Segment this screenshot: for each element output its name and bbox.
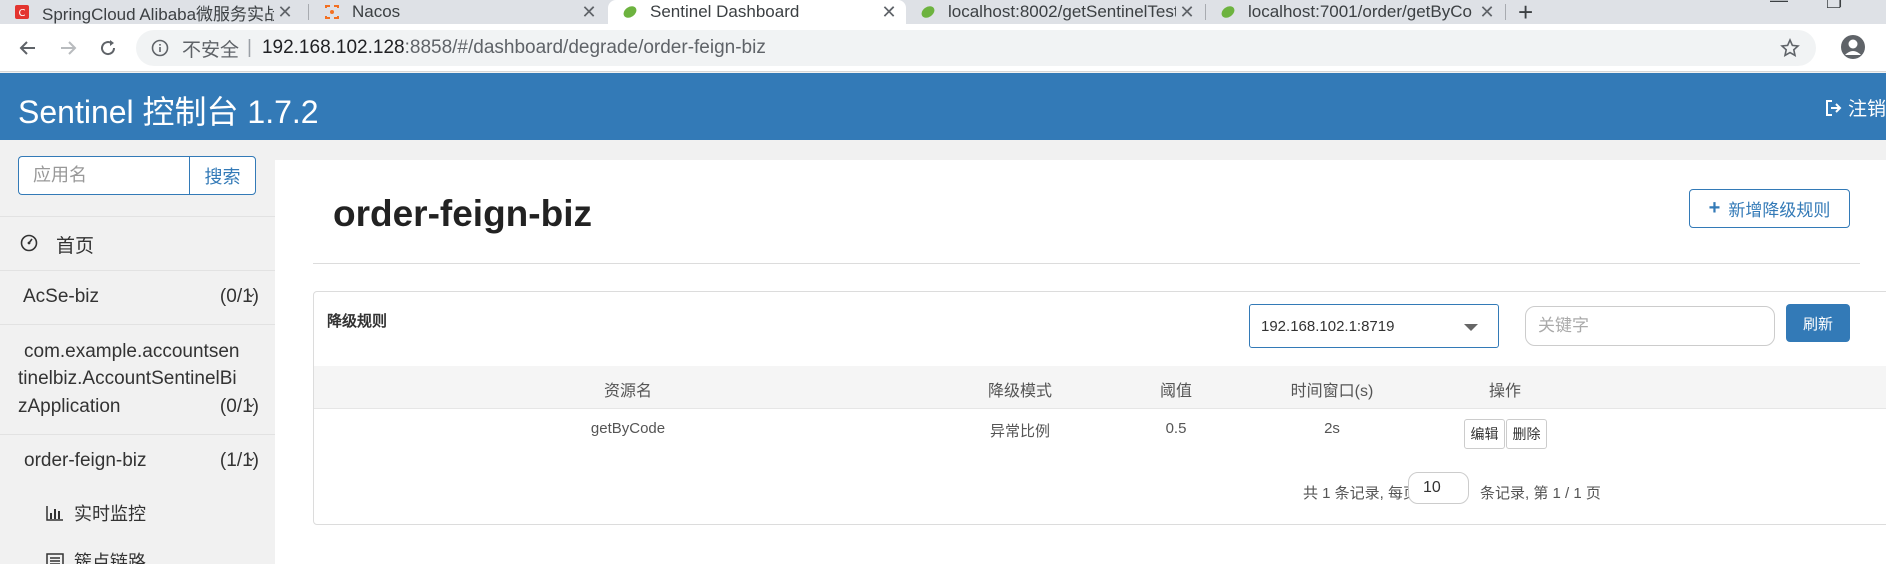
browser-toolbar: 不安全 | 192.168.102.128 :8858/#/dashboard/… [0,24,1886,72]
column-header: 降级模式 [987,383,1053,400]
browser-tab[interactable]: localhost:7001/order/getByCo ✕ [1206,0,1504,24]
dashboard-icon [20,234,38,258]
chevron-down-icon: ⌄ [245,448,257,464]
column-header: 阈值 [1159,383,1193,400]
sidebar-item-label: 首页 [56,236,95,257]
minimize-icon[interactable]: — [1770,0,1788,11]
logout-label: 注销 [1847,99,1886,120]
tab-close-icon[interactable]: ✕ [578,2,600,23]
app-name: AcSe-biz [23,286,100,307]
address-separator: | [247,37,252,58]
app-name: order-feign-biz [24,450,147,471]
tab-title: localhost:7001/order/getByCo [1248,2,1472,21]
app-brand[interactable]: Sentinel 控制台 1.7.2 [18,87,319,133]
spring-leaf-favicon-icon [1220,4,1236,20]
nacos-favicon-icon [324,4,340,20]
app-search-button[interactable]: 搜索 [189,156,256,195]
sidebar-app-item-active[interactable]: order-feign-biz (1/1) ⌄ [0,434,275,488]
edit-button[interactable]: 编辑 [1464,419,1505,449]
pagination-page-info: 条记录, 第 1 / 1 页 [1480,485,1601,502]
degrade-rules-panel: 降级规则 192.168.102.1:8719 刷新 资源名 降级模式 阈值 时… [313,291,1886,525]
app-name-line: zApplication [18,396,121,417]
table-row: getByCode 异常比例 0.5 2s 编辑 删除 [314,409,1886,457]
bookmark-star-icon[interactable] [1780,38,1800,64]
sidebar-item-home[interactable]: 首页 [0,216,275,270]
tab-close-icon[interactable]: ✕ [274,2,296,23]
resource-name-cell: getByCode [590,420,666,437]
machine-select-value: 192.168.102.1:8719 [1261,317,1395,335]
tab-close-icon[interactable]: ✕ [878,2,900,23]
forward-icon[interactable] [54,34,82,62]
address-bar[interactable]: 不安全 | 192.168.102.128 :8858/#/dashboard/… [136,30,1816,66]
bar-chart-icon [46,506,63,521]
threshold-cell: 0.5 [1165,420,1187,437]
sidebar-app-item[interactable]: AcSe-biz (0/1) ⌄ [0,270,275,324]
chevron-down-icon: ⌄ [245,394,257,410]
page-size-input[interactable] [1408,472,1469,504]
keyword-search-input[interactable] [1525,306,1775,346]
add-degrade-rule-button[interactable]: + 新增降级规则 [1689,189,1850,228]
title-divider [313,263,1860,264]
logout-button[interactable]: 注销 [1824,94,1886,121]
browser-tab[interactable]: Nacos ✕ [310,0,606,24]
caret-down-icon [1464,324,1478,331]
url-host: 192.168.102.128 [261,37,405,58]
app-header: Sentinel 控制台 1.7.2 注销 [0,73,1886,140]
spring-leaf-favicon-icon [622,4,638,20]
logout-icon [1825,99,1842,116]
app-search: 搜索 [18,156,256,195]
delete-button[interactable]: 删除 [1506,419,1547,449]
account-icon[interactable] [1840,34,1866,65]
maximize-icon[interactable]: ❐ [1826,0,1842,13]
plus-icon: + [1708,197,1721,219]
table-header: 资源名 降级模式 阈值 时间窗口(s) 操作 [314,366,1886,409]
sidebar-app-item[interactable]: com.example.accountsen tinelbiz.AccountS… [0,324,275,434]
info-icon[interactable] [150,38,170,58]
back-icon[interactable] [14,34,42,62]
page-title: order-feign-biz [333,193,592,234]
tab-title: Sentinel Dashboard [650,2,800,21]
browser-tab[interactable]: localhost:8002/getSentinelTest ✕ [906,0,1204,24]
springcloud-favicon-icon: C [14,4,30,20]
sidebar: 搜索 首页 AcSe-biz (0/1) ⌄ com.example.accou… [0,140,275,564]
svg-text:C: C [19,8,26,19]
sidebar-item-label: 实时监控 [74,504,146,524]
machine-select[interactable]: 192.168.102.1:8719 [1249,304,1499,348]
reload-icon[interactable] [94,34,122,62]
app-search-input[interactable] [18,156,189,195]
app-name-line: com.example.accountsen [24,341,240,362]
url-path: :8858/#/dashboard/degrade/order-feign-bi… [404,37,766,58]
column-header: 操作 [1488,383,1522,400]
tab-title: localhost:8002/getSentinelTest [948,2,1176,21]
tab-title: SpringCloud Alibaba微服务实战 [42,4,274,24]
column-header: 时间窗口(s) [1290,383,1374,400]
pagination-total: 共 1 条记录, 每页 [1303,485,1419,502]
tab-close-icon[interactable]: ✕ [1176,2,1198,23]
degrade-mode-cell: 异常比例 [989,423,1051,440]
browser-tab-active[interactable]: Sentinel Dashboard ✕ [608,0,906,24]
add-button-label: 新增降级规则 [1728,201,1831,220]
panel-title: 降级规则 [327,313,388,330]
tab-close-icon[interactable]: ✕ [1476,2,1498,23]
security-label: 不安全 [182,39,240,61]
sidebar-item-label: 簇点链路 [74,552,146,564]
tab-title: Nacos [352,2,401,21]
main-content: order-feign-biz + 新增降级规则 降级规则 192.168.10… [275,160,1886,564]
sidebar-item-realtime-monitor[interactable]: 实时监控 [46,500,146,526]
list-icon [46,553,64,564]
chevron-down-icon: ⌄ [245,284,257,300]
app-name-line: tinelbiz.AccountSentinelBi [18,368,237,389]
browser-tab-strip: C SpringCloud Alibaba微服务实战 ✕ Nacos ✕ Sen… [0,0,1886,27]
time-window-cell: 2s [1324,420,1340,437]
refresh-button[interactable]: 刷新 [1786,304,1850,342]
column-header: 资源名 [603,383,653,400]
sidebar-item-resource-chain[interactable]: 簇点链路 [46,548,146,564]
browser-tab[interactable]: C SpringCloud Alibaba微服务实战 ✕ [0,0,302,24]
spring-leaf-favicon-icon [920,4,936,20]
